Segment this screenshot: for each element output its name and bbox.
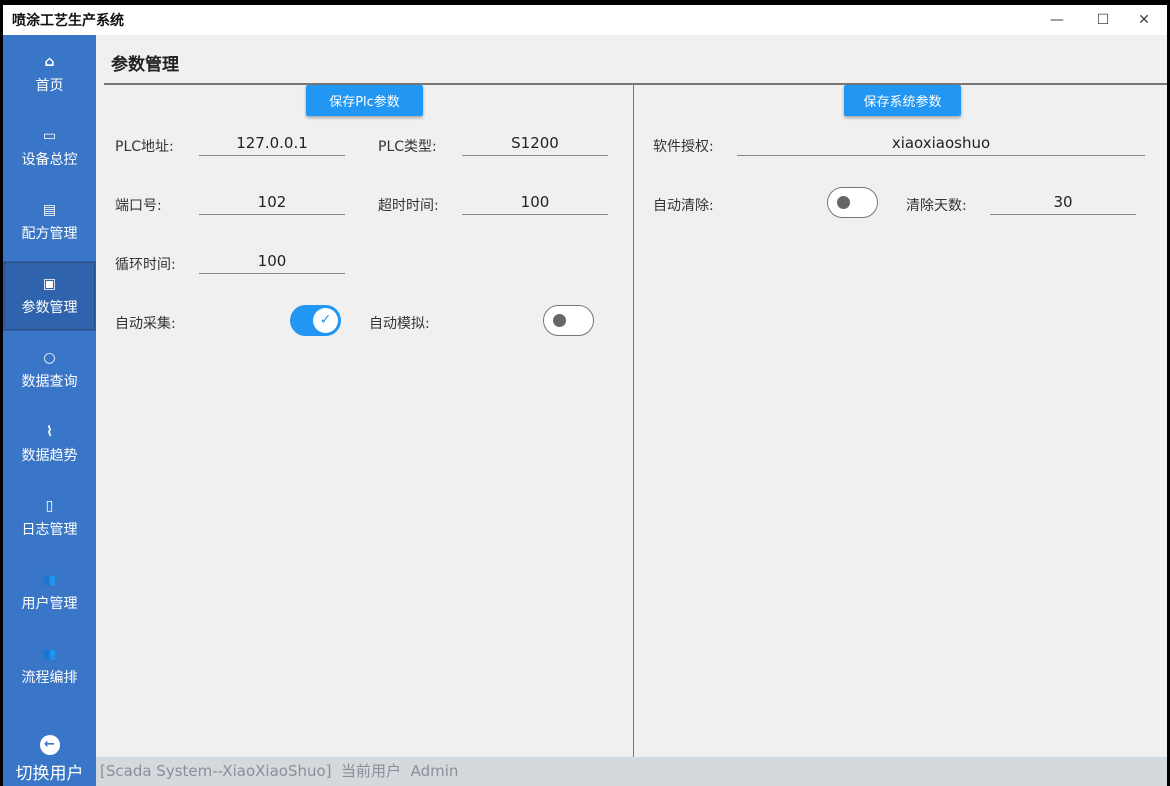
sidebar-item-data-query[interactable]: ○ 数据查询 bbox=[3, 335, 96, 405]
sidebar-item-label: 参数管理 bbox=[21, 300, 78, 316]
system-name: [Scada System--XiaoXiaoShuo] bbox=[100, 762, 332, 780]
recipe-icon: ▤ bbox=[42, 202, 57, 218]
license-label: 软件授权: bbox=[653, 139, 714, 155]
sidebar-item-label: 流程编排 bbox=[21, 670, 78, 686]
minimize-button[interactable]: — bbox=[1034, 5, 1080, 35]
clear-days-input[interactable]: 30 bbox=[990, 191, 1136, 215]
sidebar-item-label: 用户管理 bbox=[21, 596, 78, 612]
save-plc-button[interactable]: 保存Plc参数 bbox=[306, 85, 423, 116]
sidebar-item-label: 设备总控 bbox=[21, 152, 78, 168]
device-icon: ▭ bbox=[42, 128, 57, 144]
sidebar: ⌂ 首页 ▭ 设备总控 ▤ 配方管理 ▣ 参数管理 ○ 数据查询 ⌇ 数据趋势 ▯ 日志管理 … bbox=[3, 35, 96, 786]
sidebar-item-label: 日志管理 bbox=[21, 522, 78, 538]
sidebar-item-device-control[interactable]: ▭ 设备总控 bbox=[3, 113, 96, 183]
notebook-icon: ▯ bbox=[45, 498, 54, 514]
window-title: 喷涂工艺生产系统 bbox=[12, 13, 124, 29]
sidebar-item-label: 首页 bbox=[35, 78, 64, 94]
timeout-input[interactable]: 100 bbox=[462, 191, 608, 215]
app-window: 喷涂工艺生产系统 — ☐ ✕ ⌂ 首页 ▭ 设备总控 ▤ 配方管理 ▣ 参数管理 ○ 数据… bbox=[3, 5, 1167, 786]
title-bar: 喷涂工艺生产系统 — ☐ ✕ bbox=[3, 5, 1167, 35]
home-icon: ⌂ bbox=[44, 54, 55, 70]
current-user-label: 当前用户 bbox=[341, 762, 402, 780]
trend-icon: ⌇ bbox=[46, 424, 53, 440]
plc-type-label: PLC类型: bbox=[378, 139, 437, 155]
port-input[interactable]: 102 bbox=[199, 191, 345, 215]
sidebar-item-logs[interactable]: ▯ 日志管理 bbox=[3, 483, 96, 553]
arrow-left-icon: ← bbox=[39, 735, 60, 755]
status-bar: [Scada System--XiaoXiaoShuo] 当前用户 Admin bbox=[96, 757, 1167, 786]
save-system-button[interactable]: 保存系统参数 bbox=[844, 85, 961, 116]
plc-type-input[interactable]: S1200 bbox=[462, 132, 608, 156]
page-title: 参数管理 bbox=[111, 55, 179, 75]
panel-divider bbox=[633, 85, 634, 757]
auto-collect-toggle[interactable]: ✓ bbox=[290, 305, 341, 336]
timeout-label: 超时时间: bbox=[378, 198, 439, 214]
users-icon: 👥 bbox=[42, 573, 57, 586]
license-input[interactable]: xiaoxiaoshuo bbox=[737, 132, 1145, 156]
sidebar-item-recipe[interactable]: ▤ 配方管理 bbox=[3, 187, 96, 257]
clear-days-label: 清除天数: bbox=[906, 198, 967, 214]
switch-user-button[interactable]: ← 切换用户 bbox=[3, 733, 96, 784]
auto-clear-label: 自动清除: bbox=[653, 198, 714, 214]
maximize-button[interactable]: ☐ bbox=[1080, 5, 1126, 35]
sidebar-item-home[interactable]: ⌂ 首页 bbox=[3, 39, 96, 109]
sidebar-item-label: 数据趋势 bbox=[21, 448, 78, 464]
auto-collect-label: 自动采集: bbox=[115, 316, 176, 332]
parameters-icon: ▣ bbox=[42, 276, 57, 292]
users-icon: 👥 bbox=[42, 647, 57, 660]
plc-address-label: PLC地址: bbox=[115, 139, 174, 155]
plc-address-input[interactable]: 127.0.0.1 bbox=[199, 132, 345, 156]
auto-clear-toggle[interactable] bbox=[827, 187, 878, 218]
header-divider bbox=[104, 83, 1167, 85]
circle-icon: ○ bbox=[43, 350, 56, 366]
sidebar-item-label: 配方管理 bbox=[21, 226, 78, 242]
check-icon: ✓ bbox=[313, 308, 338, 333]
toggle-knob bbox=[553, 314, 566, 327]
current-user: Admin bbox=[410, 762, 459, 780]
switch-user-label: 切换用户 bbox=[15, 764, 84, 784]
sidebar-item-label: 数据查询 bbox=[21, 374, 78, 390]
sidebar-item-data-trend[interactable]: ⌇ 数据趋势 bbox=[3, 409, 96, 479]
close-button[interactable]: ✕ bbox=[1121, 5, 1167, 35]
auto-simulate-label: 自动模拟: bbox=[369, 316, 430, 332]
toggle-knob bbox=[837, 196, 850, 209]
cycle-time-label: 循环时间: bbox=[115, 257, 176, 273]
port-label: 端口号: bbox=[115, 198, 162, 214]
cycle-time-input[interactable]: 100 bbox=[199, 250, 345, 274]
sidebar-item-workflow[interactable]: 👥 流程编排 bbox=[3, 631, 96, 701]
sidebar-item-users[interactable]: 👥 用户管理 bbox=[3, 557, 96, 627]
sidebar-item-parameters[interactable]: ▣ 参数管理 bbox=[3, 261, 96, 331]
auto-simulate-toggle[interactable] bbox=[543, 305, 594, 336]
